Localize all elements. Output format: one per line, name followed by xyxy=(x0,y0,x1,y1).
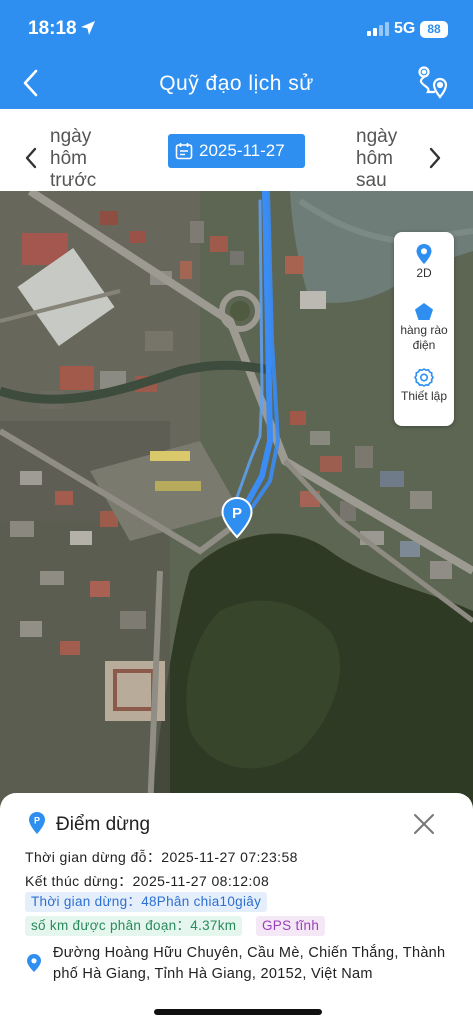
previous-day-label: ngày hôm trước xyxy=(50,126,97,191)
page-title: Quỹ đạo lịch sử xyxy=(159,72,314,95)
gps-status-badge: GPS tĩnh xyxy=(256,916,326,936)
segment-distance-badge: số km được phân đoạn：4.37km xyxy=(25,916,243,936)
map-pin-icon xyxy=(416,244,432,264)
close-icon xyxy=(414,814,434,834)
chevron-right-icon xyxy=(429,147,441,169)
settings-button[interactable]: Thiết lập xyxy=(394,367,454,404)
location-pin-icon xyxy=(27,954,41,972)
stop-address: Đường Hoàng Hữu Chuyên, Cầu Mè, Chiến Th… xyxy=(53,945,446,982)
next-day-button[interactable]: ngày hôm sau xyxy=(350,117,455,191)
map-mode-2d-button[interactable]: 2D xyxy=(394,242,454,281)
geofence-button[interactable]: hàng rào điện xyxy=(394,301,454,353)
chevron-left-icon xyxy=(25,147,37,169)
map-tool-panel: 2D hàng rào điện Thiết lập xyxy=(394,232,454,426)
map-mode-label: 2D xyxy=(416,266,432,280)
svg-text:P: P xyxy=(34,816,40,826)
nav-bar: Quỹ đạo lịch sử xyxy=(0,56,473,109)
status-bar: 18:18 5G 88 xyxy=(0,0,473,56)
selected-date: 2025-11-27 xyxy=(199,141,285,160)
battery-icon: 88 xyxy=(420,21,448,38)
settings-gear-icon xyxy=(414,368,434,387)
stop-info-sheet: P Điểm dừng Thời gian dừng đỗ：2025-11-27… xyxy=(0,793,473,1024)
close-button[interactable] xyxy=(411,811,437,837)
stop-duration-badge: Thời gian dừng：48Phân chia10giây xyxy=(25,892,268,912)
stop-title: Điểm dừng xyxy=(56,814,151,835)
previous-day-button[interactable]: ngày hôm trước xyxy=(18,117,118,191)
settings-label: Thiết lập xyxy=(400,389,448,403)
route-button[interactable] xyxy=(414,64,450,100)
location-arrow-icon xyxy=(81,21,95,35)
status-time: 18:18 xyxy=(28,18,77,39)
route-icon xyxy=(418,66,448,99)
stop-end-time: Kết thúc dừng：2025-11-27 08:12:08 xyxy=(25,873,270,889)
stop-start-time: Thời gian dừng đỗ：2025-11-27 07:23:58 xyxy=(25,849,298,865)
parking-marker-icon[interactable]: P xyxy=(221,497,253,539)
parking-marker-label: P xyxy=(232,505,242,522)
parking-pin-icon: P xyxy=(29,812,45,834)
next-day-label: ngày hôm sau xyxy=(356,126,398,191)
fence-pentagon-icon xyxy=(415,303,433,320)
home-indicator xyxy=(154,1009,322,1015)
geofence-label: hàng rào điện xyxy=(400,323,448,352)
network-type: 5G xyxy=(394,20,416,37)
date-picker-button[interactable]: 2025-11-27 xyxy=(168,134,305,168)
signal-icon xyxy=(367,22,389,36)
top-bar: 18:18 5G 88 Quỹ đạo lịch sử xyxy=(0,0,473,109)
calendar-icon xyxy=(175,143,193,160)
